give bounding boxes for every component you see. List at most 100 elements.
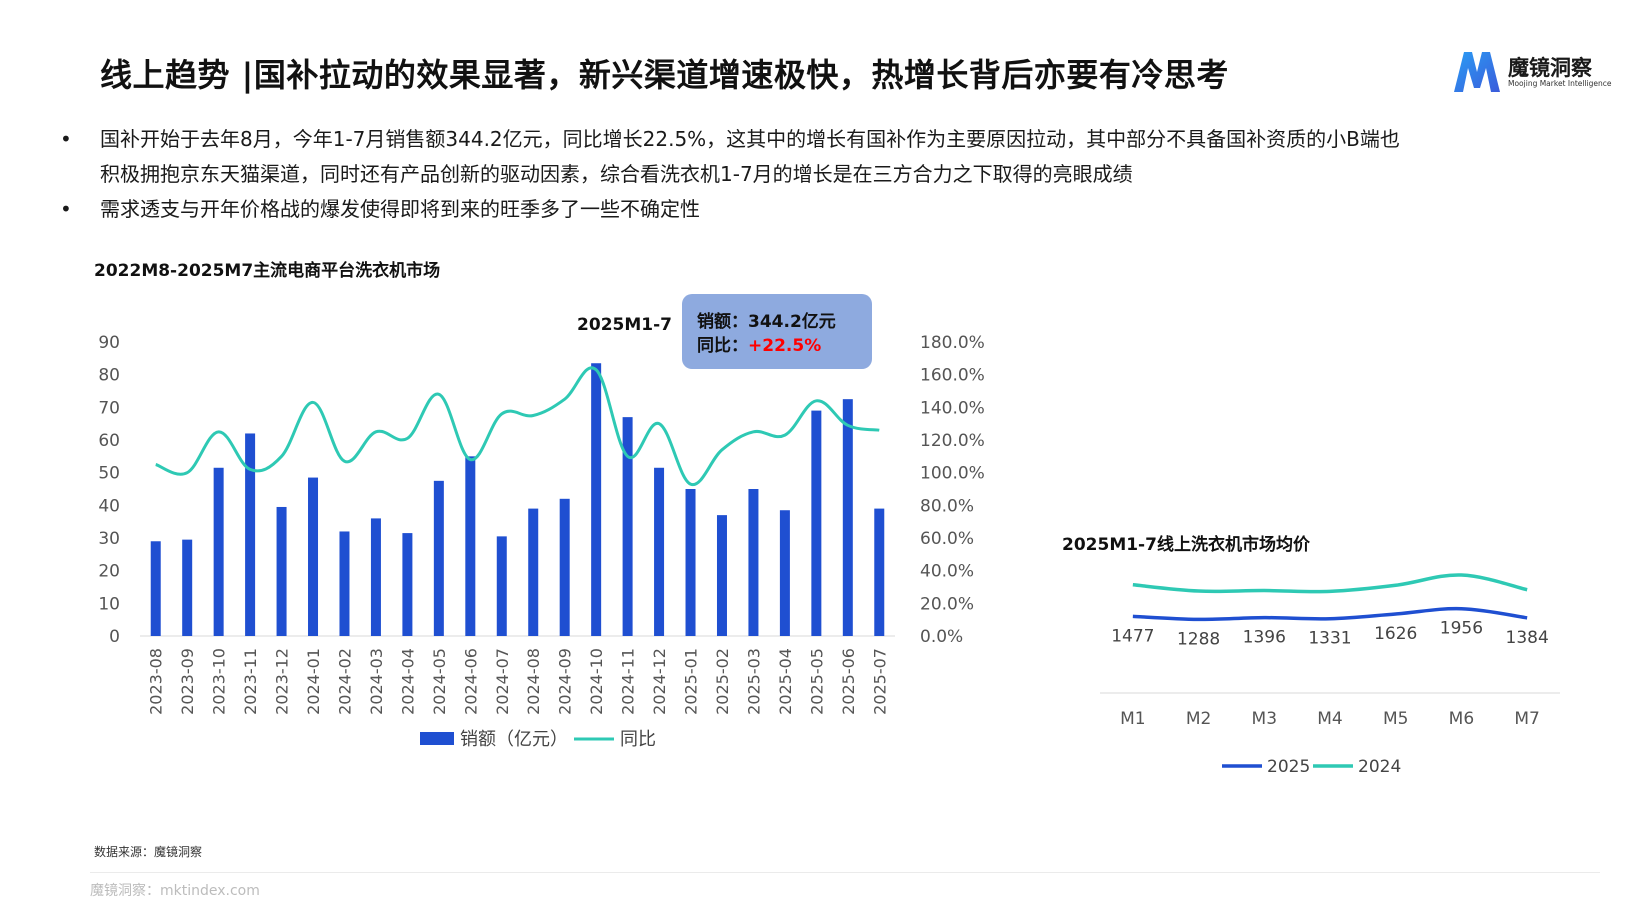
x-tick-label: 2024-11: [619, 648, 638, 715]
y-left-tick-label: 90: [98, 333, 120, 353]
legend-label-2025: 2025: [1267, 757, 1310, 777]
bar: [465, 456, 476, 636]
bar: [370, 518, 381, 636]
x-tick-label: 2025-07: [870, 648, 889, 715]
brand-logo: 魔镜洞察 Moojing Market Intelligence: [1450, 48, 1630, 98]
right-chart-title: 2025M1-7线上洗衣机市场均价: [1062, 535, 1310, 555]
x-tick-label: 2024-07: [493, 648, 512, 715]
bar: [591, 363, 602, 636]
y-left-tick-label: 30: [98, 529, 120, 549]
bar: [716, 515, 727, 636]
x-tick-label: 2024-12: [650, 648, 669, 715]
bar: [339, 531, 350, 636]
x-tick-label: 2023-10: [210, 648, 229, 715]
y-right-tick-label: 180.0%: [920, 333, 985, 353]
x-tick-label: 2024-10: [587, 648, 606, 715]
y-right-tick-label: 100.0%: [920, 464, 985, 484]
y-left-tick-label: 20: [98, 562, 120, 582]
bar: [245, 433, 256, 636]
bar: [308, 477, 319, 636]
x-tick-label: M1: [1120, 709, 1145, 729]
bullet-line: 国补开始于去年8月，今年1-7月销售额344.2亿元，同比增长22.5%，这其中…: [100, 127, 1400, 151]
bar: [874, 508, 885, 636]
callout-yoy-label: 同比：: [697, 335, 748, 356]
bar: [402, 533, 413, 636]
x-tick-label: M2: [1186, 709, 1211, 729]
y-left-tick-label: 50: [98, 464, 120, 484]
x-tick-label: 2024-03: [367, 648, 386, 715]
x-tick-label: M6: [1449, 709, 1474, 729]
bar: [150, 541, 161, 636]
bar: [654, 467, 665, 636]
x-tick-label: 2023-12: [273, 648, 292, 715]
page-title: 线上趋势 |国补拉动的效果显著，新兴渠道增速极快，热增长背后亦要有冷思考: [100, 56, 1229, 94]
price-line-2024: [1132, 573, 1528, 594]
bar: [685, 489, 696, 636]
avg-price-chart: 1477 1288 1396 1331 1626 1956 1384 M1 M2 M3 M4 M5 M6…: [1100, 573, 1560, 777]
bar: [276, 506, 287, 636]
y-right-tick-label: 140.0%: [920, 398, 985, 418]
m-logo-icon: [1454, 52, 1500, 92]
y-right-tick-label: 20.0%: [920, 594, 974, 614]
y-left-tick-label: 70: [98, 398, 120, 418]
bar: [559, 498, 570, 636]
x-tick-label: 2024-09: [556, 648, 575, 715]
callout-period: 2025M1-7: [577, 315, 672, 335]
y-left-tick-label: 80: [98, 366, 120, 386]
x-tick-label: 2025-06: [839, 648, 858, 715]
x-tick-label: 2025-03: [744, 648, 763, 715]
callout-sales: 销额：344.2亿元: [697, 311, 836, 332]
callout-yoy: 同比：+22.5%: [697, 335, 821, 356]
bullet-marker: •: [60, 127, 72, 151]
bar: [811, 410, 822, 636]
bullet-item-1: • 国补开始于去年8月，今年1-7月销售额344.2亿元，同比增长22.5%，这…: [60, 122, 1600, 192]
sales-yoy-chart: 2025M1-7 销额：344.2亿元 同比：+22.5% 0 10 20 30 40 5…: [98, 294, 985, 750]
x-tick-label: 2023-08: [147, 648, 166, 715]
x-tick-label: M7: [1514, 709, 1539, 729]
logo-text: 魔镜洞察: [1508, 56, 1592, 80]
y-right-tick-label: 60.0%: [920, 529, 974, 549]
bullet-list: • 国补开始于去年8月，今年1-7月销售额344.2亿元，同比增长22.5%，这…: [60, 122, 1600, 227]
legend-label-sales: 销额（亿元）: [460, 729, 568, 750]
y-right-tick-label: 40.0%: [920, 562, 974, 582]
y-left-tick-label: 40: [98, 496, 120, 516]
x-tick-label: 2024-05: [430, 648, 449, 715]
bar: [496, 536, 507, 636]
x-tick-label: 2023-11: [241, 648, 260, 715]
x-tick-label: 2025-02: [713, 648, 732, 715]
x-tick-label: 2025-01: [682, 648, 701, 715]
callout-yoy-value: +22.5%: [748, 336, 821, 356]
data-label: 1626: [1374, 624, 1417, 644]
bullet-line: 积极拥抱京东天猫渠道，同时还有产品创新的驱动因素，综合看洗衣机1-7月的增长是在…: [100, 162, 1133, 186]
data-label: 1956: [1440, 619, 1483, 639]
data-label: 1288: [1177, 629, 1220, 649]
legend-label-yoy: 同比: [620, 729, 656, 750]
y-left-tick-label: 60: [98, 431, 120, 451]
y-right-tick-label: 0.0%: [920, 627, 963, 647]
y-right-tick-label: 160.0%: [920, 366, 985, 386]
bar: [842, 399, 853, 636]
x-tick-label: 2024-04: [398, 648, 417, 715]
bar: [433, 480, 444, 636]
bullet-line: 需求透支与开年价格战的爆发使得即将到来的旺季多了一些不确定性: [100, 197, 700, 221]
x-tick-label: 2025-05: [807, 648, 826, 715]
legend-label-2024: 2024: [1358, 757, 1401, 777]
bar: [748, 489, 759, 636]
bar: [182, 539, 193, 636]
bullet-item-2: • 需求透支与开年价格战的爆发使得即将到来的旺季多了一些不确定性: [60, 192, 1600, 227]
y-left-tick-label: 10: [98, 594, 120, 614]
logo-subtitle: Moojing Market Intelligence: [1508, 79, 1612, 88]
data-label: 1331: [1308, 629, 1351, 649]
y-right-tick-label: 80.0%: [920, 496, 974, 516]
x-tick-label: 2025-04: [776, 648, 795, 715]
x-tick-label: M5: [1383, 709, 1408, 729]
bullet-marker: •: [60, 197, 72, 221]
data-label: 1477: [1111, 626, 1154, 646]
x-tick-label: 2024-06: [461, 648, 480, 715]
bar: [213, 467, 224, 636]
x-tick-label: 2024-01: [304, 648, 323, 715]
legend-swatch-sales: [420, 732, 454, 745]
y-left-tick-label: 0: [109, 627, 120, 647]
data-label: 1396: [1243, 628, 1286, 648]
x-tick-label: M4: [1317, 709, 1342, 729]
